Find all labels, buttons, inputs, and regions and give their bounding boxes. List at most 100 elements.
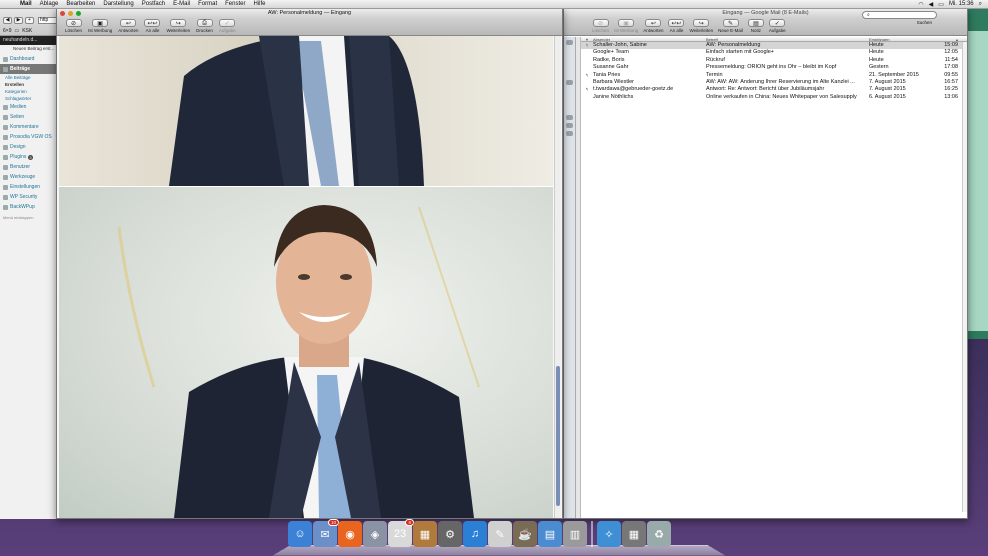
apps-folder-icon[interactable]: ▦ <box>622 521 646 547</box>
message_window-button-0[interactable]: ⊘ Löschen <box>65 18 82 33</box>
toolbar-label: Neue E-Mail <box>718 28 743 33</box>
message_window-button-2[interactable]: ↩ Antworten <box>118 18 138 33</box>
message-scrollbar[interactable] <box>554 36 561 518</box>
wp-menu-seiten[interactable]: Seiten <box>0 112 60 122</box>
close-button[interactable] <box>60 11 65 16</box>
wp-menu-backwpup[interactable]: BackWPup <box>0 202 60 212</box>
sort-icon[interactable]: ▴ <box>939 37 958 42</box>
list-scrollbar[interactable] <box>962 42 967 512</box>
mail_window-button-2[interactable]: ↩ Antworten <box>643 18 663 33</box>
mail_window-button-6[interactable]: ▤ Notiz <box>747 18 764 33</box>
mailbox-icon[interactable] <box>566 131 573 136</box>
mailbox-icon[interactable] <box>566 123 573 128</box>
wp-menu-prosodia[interactable]: Prosodia VGW OS <box>0 132 60 142</box>
mail_window-button-1[interactable]: ▣ Ist Werbung <box>614 18 638 33</box>
bookmark-item[interactable]: 6×9 <box>3 28 11 34</box>
wp-sub-create[interactable]: Erstellen <box>0 81 60 88</box>
mail_window-button-0[interactable]: ⊘ Löschen <box>592 18 609 33</box>
message_window-button-6[interactable]: ✓ Aufgabe <box>219 18 236 33</box>
wp-menu-plugins[interactable]: Plugins 3 <box>0 152 60 162</box>
junk-icon: ▣ <box>618 19 635 27</box>
preview-icon[interactable]: ◈ <box>363 521 387 547</box>
finder-icon[interactable]: ☺ <box>288 521 312 547</box>
message-row[interactable]: Janine Nöthlichs Online verkaufen in Chin… <box>581 94 967 101</box>
mailbox-icon[interactable] <box>566 80 573 85</box>
message_window-button-3[interactable]: ↩↩ An alle <box>144 18 161 33</box>
wp-sub-categories[interactable]: Kategorien <box>0 88 60 95</box>
settings-icon[interactable]: ⚙ <box>438 521 462 547</box>
message-row[interactable]: Google+ Team Einfach starten mit Google+ H… <box>581 49 967 56</box>
textedit-icon[interactable]: ✎ <box>488 521 512 547</box>
spotlight-icon[interactable]: ⌕ <box>979 1 982 8</box>
wp-menu-collapse[interactable]: Menü einklappen <box>0 212 60 223</box>
photo-icon[interactable]: ▦ <box>413 521 437 547</box>
message-row[interactable]: ↰ t.twardawa@gebrueder-goetz.de Antwort: R… <box>581 86 967 93</box>
volume-icon[interactable]: ◀ <box>929 1 934 8</box>
itunes-icon[interactable]: ♫ <box>463 521 487 547</box>
message_window-button-5[interactable]: ⎙ Drucken <box>196 18 213 33</box>
forward-icon[interactable]: ▶ <box>14 17 23 24</box>
wp-menu-werkzeuge[interactable]: Werkzeuge <box>0 172 60 182</box>
site-name[interactable]: neuhandeln.d... <box>3 37 37 43</box>
mail_window-button-5[interactable]: ✎ Neue E-Mail <box>718 18 743 33</box>
minimize-button[interactable] <box>68 11 73 16</box>
wp-sub-all-posts[interactable]: Alle Beiträge <box>0 74 60 81</box>
wp-admin-bar[interactable]: neuhandeln.d... <box>0 36 60 45</box>
message_window-button-1[interactable]: ▣ Ist Werbung <box>88 18 112 33</box>
wp-menu-kommentare[interactable]: Kommentare <box>0 122 60 132</box>
menu-fenster[interactable]: Fenster <box>221 1 249 7</box>
wp-menu-benutzer[interactable]: Benutzer <box>0 162 60 172</box>
menu-clock[interactable]: Mi. 15:36 <box>949 1 974 7</box>
menu-email[interactable]: E-Mail <box>169 1 194 7</box>
firefox-icon[interactable]: ◉ <box>338 521 362 547</box>
wp-menu-design[interactable]: Design <box>0 142 60 152</box>
menu-darstellung[interactable]: Darstellung <box>99 1 137 7</box>
menu-mail[interactable]: Mail <box>16 1 36 7</box>
zoom-button[interactable] <box>76 11 81 16</box>
document-icon[interactable]: ▤ <box>538 521 562 547</box>
battery-icon[interactable]: ▭ <box>938 1 944 8</box>
toolbar-label: Weiterleiten <box>689 28 714 33</box>
bookmark-item[interactable]: KSK <box>22 28 32 34</box>
column-from[interactable]: Absender <box>593 37 706 41</box>
wp-sub-tags[interactable]: Schlagwörter <box>0 95 60 102</box>
safari-icon[interactable]: ✧ <box>597 521 621 547</box>
mail-stamp-icon[interactable]: ✉ 10 <box>313 519 339 547</box>
mailbox-sidebar[interactable] <box>564 37 576 518</box>
column-date[interactable]: Empfangen <box>869 37 939 41</box>
message-row[interactable]: ↰ Tania Pries Termin 21. September 2015 09:5… <box>581 72 967 79</box>
coffee-icon[interactable]: ☕ <box>513 521 537 547</box>
wp-menu-beitraege[interactable]: Beiträge <box>0 64 60 74</box>
trash-icon[interactable]: ♻ <box>647 521 671 547</box>
message-row[interactable]: Radke, Boris Rückruf Heute 11:54 <box>581 57 967 64</box>
message-row[interactable]: Barbara Wiestler AW: AW: AW: Änderung Ihr… <box>581 79 967 86</box>
message_window-button-4[interactable]: ↪ Weiterleiten <box>166 18 190 33</box>
mail_window-button-3[interactable]: ↩↩ An alle <box>668 18 685 33</box>
menu-hilfe[interactable]: Hilfe <box>249 1 269 7</box>
wifi-icon[interactable]: ◠ <box>918 1 923 8</box>
wp-menu-medien[interactable]: Medien <box>0 102 60 112</box>
wp-menu-dashboard[interactable]: Dashboard <box>0 54 60 64</box>
mailbox-icon[interactable] <box>566 40 573 45</box>
menu-postfach[interactable]: Postfach <box>138 1 169 7</box>
column-subject[interactable]: Betreff <box>706 37 869 41</box>
message-row[interactable]: Susanne Gahr Pressemeldung: ORION geht in… <box>581 64 967 71</box>
mail_window-button-7[interactable]: ✓ Aufgabe <box>769 18 786 33</box>
message-sender: Radke, Boris <box>593 56 625 63</box>
search-input[interactable]: ⌕ <box>862 11 937 19</box>
back-icon[interactable]: ◀ <box>3 17 12 24</box>
stacks-icon[interactable]: ▥ <box>563 521 587 547</box>
mailbox-icon[interactable] <box>566 115 573 120</box>
new-tab-icon[interactable]: + <box>25 17 34 24</box>
wp-menu-einstellungen[interactable]: Einstellungen <box>0 182 60 192</box>
menu-bearbeiten[interactable]: Bearbeiten <box>62 1 99 7</box>
calendar-icon[interactable]: 23 8 <box>388 519 414 547</box>
menu-ablage[interactable]: Ablage <box>36 1 63 7</box>
menu-format[interactable]: Format <box>194 1 221 7</box>
mail_window-button-4[interactable]: ↪ Weiterleiten <box>689 18 713 33</box>
reading-list-icon[interactable]: ▭ <box>14 28 19 34</box>
message-row[interactable]: ↰ Schaller-John, Sabine AW: Personalmeldun… <box>581 42 967 50</box>
flag-column[interactable]: ● <box>581 37 593 42</box>
wp-menu-security[interactable]: WP Security <box>0 192 60 202</box>
scroll-thumb[interactable] <box>556 366 560 506</box>
